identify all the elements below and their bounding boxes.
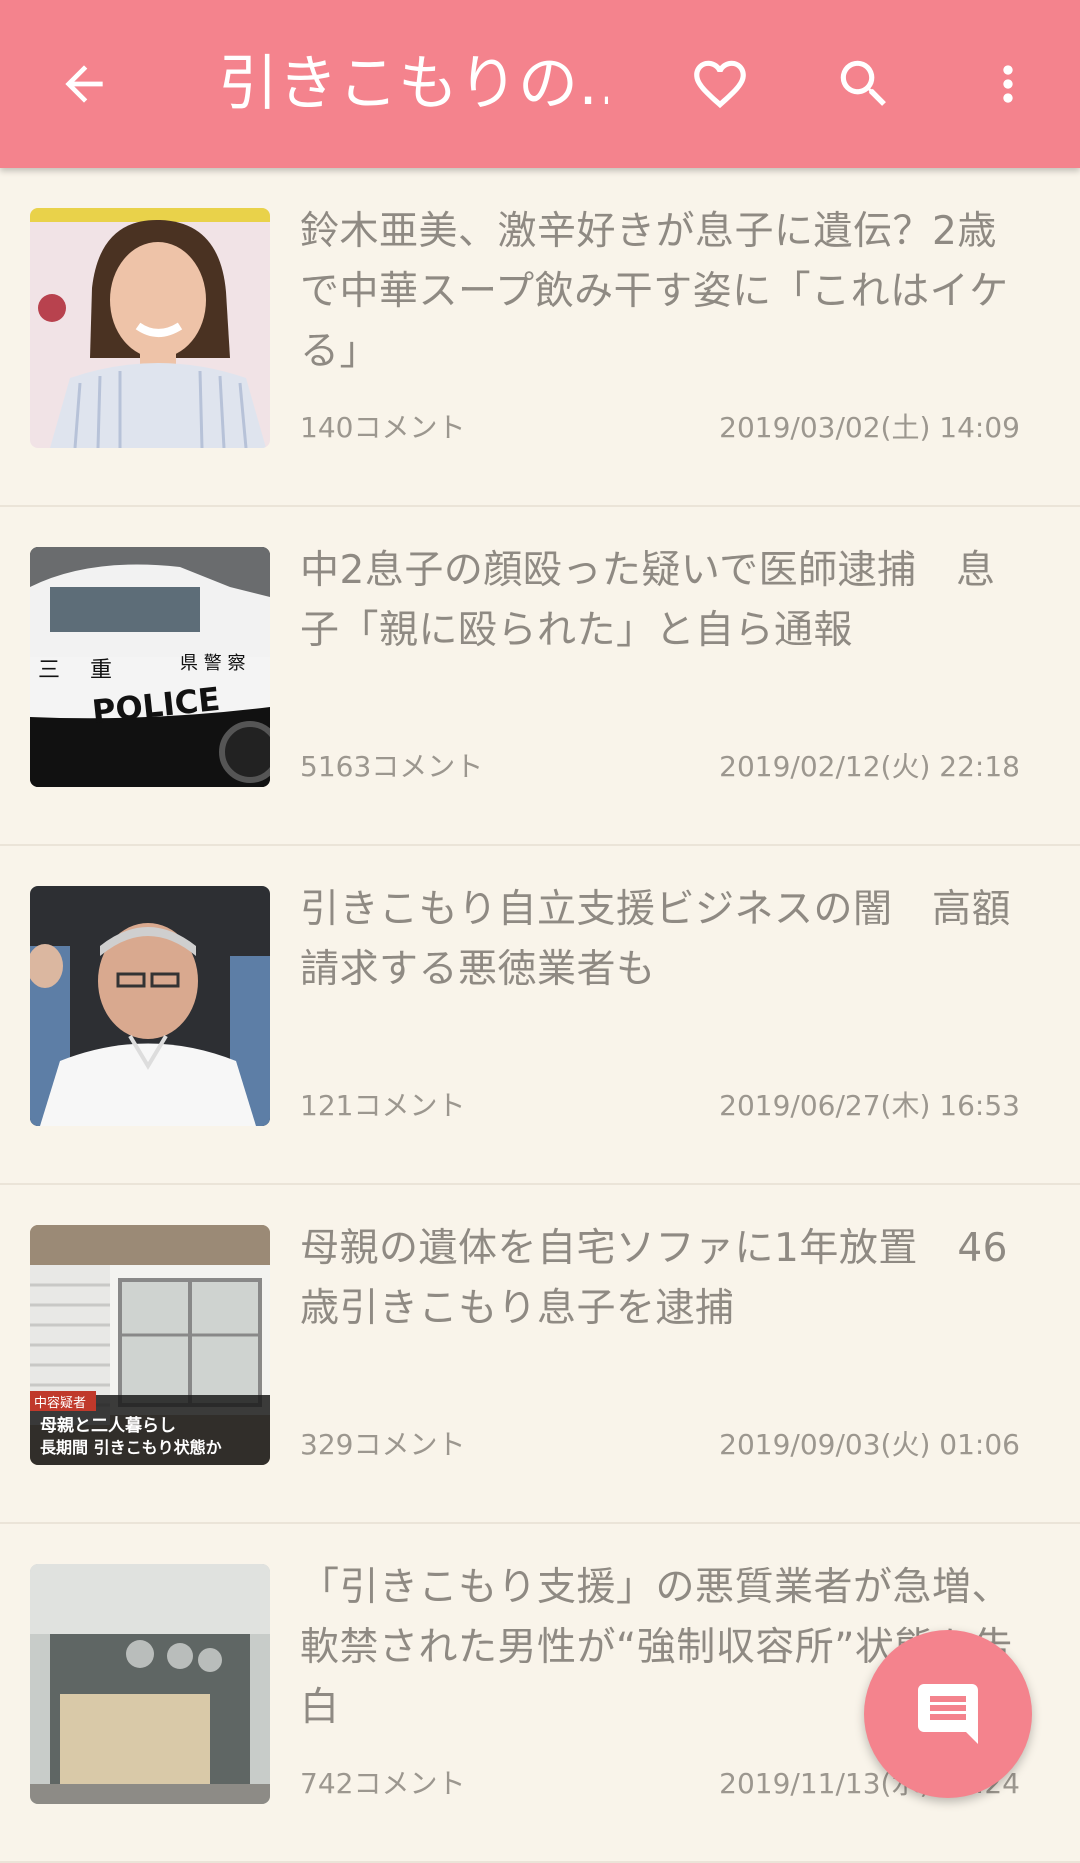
article-thumbnail [30, 886, 270, 1126]
article-thumbnail [30, 1564, 270, 1804]
comment-count: 5163コメント [300, 750, 484, 783]
favorite-button[interactable] [680, 44, 760, 124]
article-date: 2019/09/03(火) 01:06 [719, 1428, 1020, 1461]
heart-icon [694, 60, 746, 109]
article-meta: 140コメント 2019/03/02(土) 14:09 [300, 406, 1020, 446]
article-title: 中2息子の顔殴った疑いで医師逮捕 息子「親に殴られた」と自ら通報 [300, 548, 996, 653]
comment-fab-button[interactable] [864, 1630, 1032, 1798]
article-list: 鈴木亜美、激辛好きが息子に遺伝？2歳で中華スープ飲み干す姿に「これはイケる」 1… [0, 168, 1080, 1863]
article-meta: 329コメント 2019/09/03(火) 01:06 [300, 1423, 1020, 1463]
comment-count: 140コメント [300, 411, 466, 444]
comment-count: 121コメント [300, 1089, 466, 1122]
svg-text:長期間 引きこもり状態か: 長期間 引きこもり状態か [40, 1438, 222, 1457]
search-icon [840, 60, 886, 106]
svg-text:県 警 察: 県 警 察 [180, 653, 245, 674]
comment-count: 742コメント [300, 1767, 466, 1800]
article-thumbnail: 中容疑者 母親と二人暮らし 長期間 引きこもり状態か [30, 1225, 270, 1465]
overflow-menu-button[interactable] [968, 44, 1048, 124]
svg-text:母親と二人暮らし: 母親と二人暮らし [40, 1415, 176, 1436]
article-meta: 5163コメント 2019/02/12(火) 22:18 [300, 745, 1020, 785]
article-title: 引きこもり自立支援ビジネスの闇 高額請求する悪徳業者も [300, 887, 1012, 992]
list-item[interactable]: 三 重 県 警 察 POLICE 中2息子の顔殴った疑いで医師逮捕 息子「親に殴… [0, 507, 1080, 846]
list-item[interactable]: 引きこもり自立支援ビジネスの闇 高額請求する悪徳業者も 121コメント 2019… [0, 846, 1080, 1185]
article-thumbnail: 三 重 県 警 察 POLICE [30, 547, 270, 787]
article-title: 鈴木亜美、激辛好きが息子に遺伝？2歳で中華スープ飲み干す姿に「これはイケる」 [300, 209, 1009, 374]
comment-count: 329コメント [300, 1428, 466, 1461]
article-title: 母親の遺体を自宅ソファに1年放置 46歳引きこもり息子を逮捕 [300, 1226, 1008, 1331]
page-title: 引きこもりの… [218, 49, 608, 119]
article-meta: 121コメント 2019/06/27(木) 16:53 [300, 1084, 1020, 1124]
svg-text:重: 重 [90, 658, 112, 683]
article-thumbnail [30, 208, 270, 448]
comment-icon [918, 1684, 978, 1744]
back-arrow-icon [65, 65, 103, 103]
list-item[interactable]: 中容疑者 母親と二人暮らし 長期間 引きこもり状態か 母親の遺体を自宅ソファに1… [0, 1185, 1080, 1524]
search-button[interactable] [824, 44, 904, 124]
article-date: 2019/02/12(火) 22:18 [719, 750, 1020, 783]
svg-text:三: 三 [38, 658, 60, 683]
app-bar: 引きこもりの… [0, 0, 1080, 168]
article-date: 2019/06/27(木) 16:53 [719, 1089, 1020, 1122]
more-vert-icon [1003, 65, 1013, 103]
svg-text:中容疑者: 中容疑者 [34, 1395, 86, 1411]
list-item[interactable]: 鈴木亜美、激辛好きが息子に遺伝？2歳で中華スープ飲み干す姿に「これはイケる」 1… [0, 168, 1080, 507]
article-date: 2019/03/02(土) 14:09 [719, 411, 1020, 444]
back-button[interactable] [44, 44, 124, 124]
